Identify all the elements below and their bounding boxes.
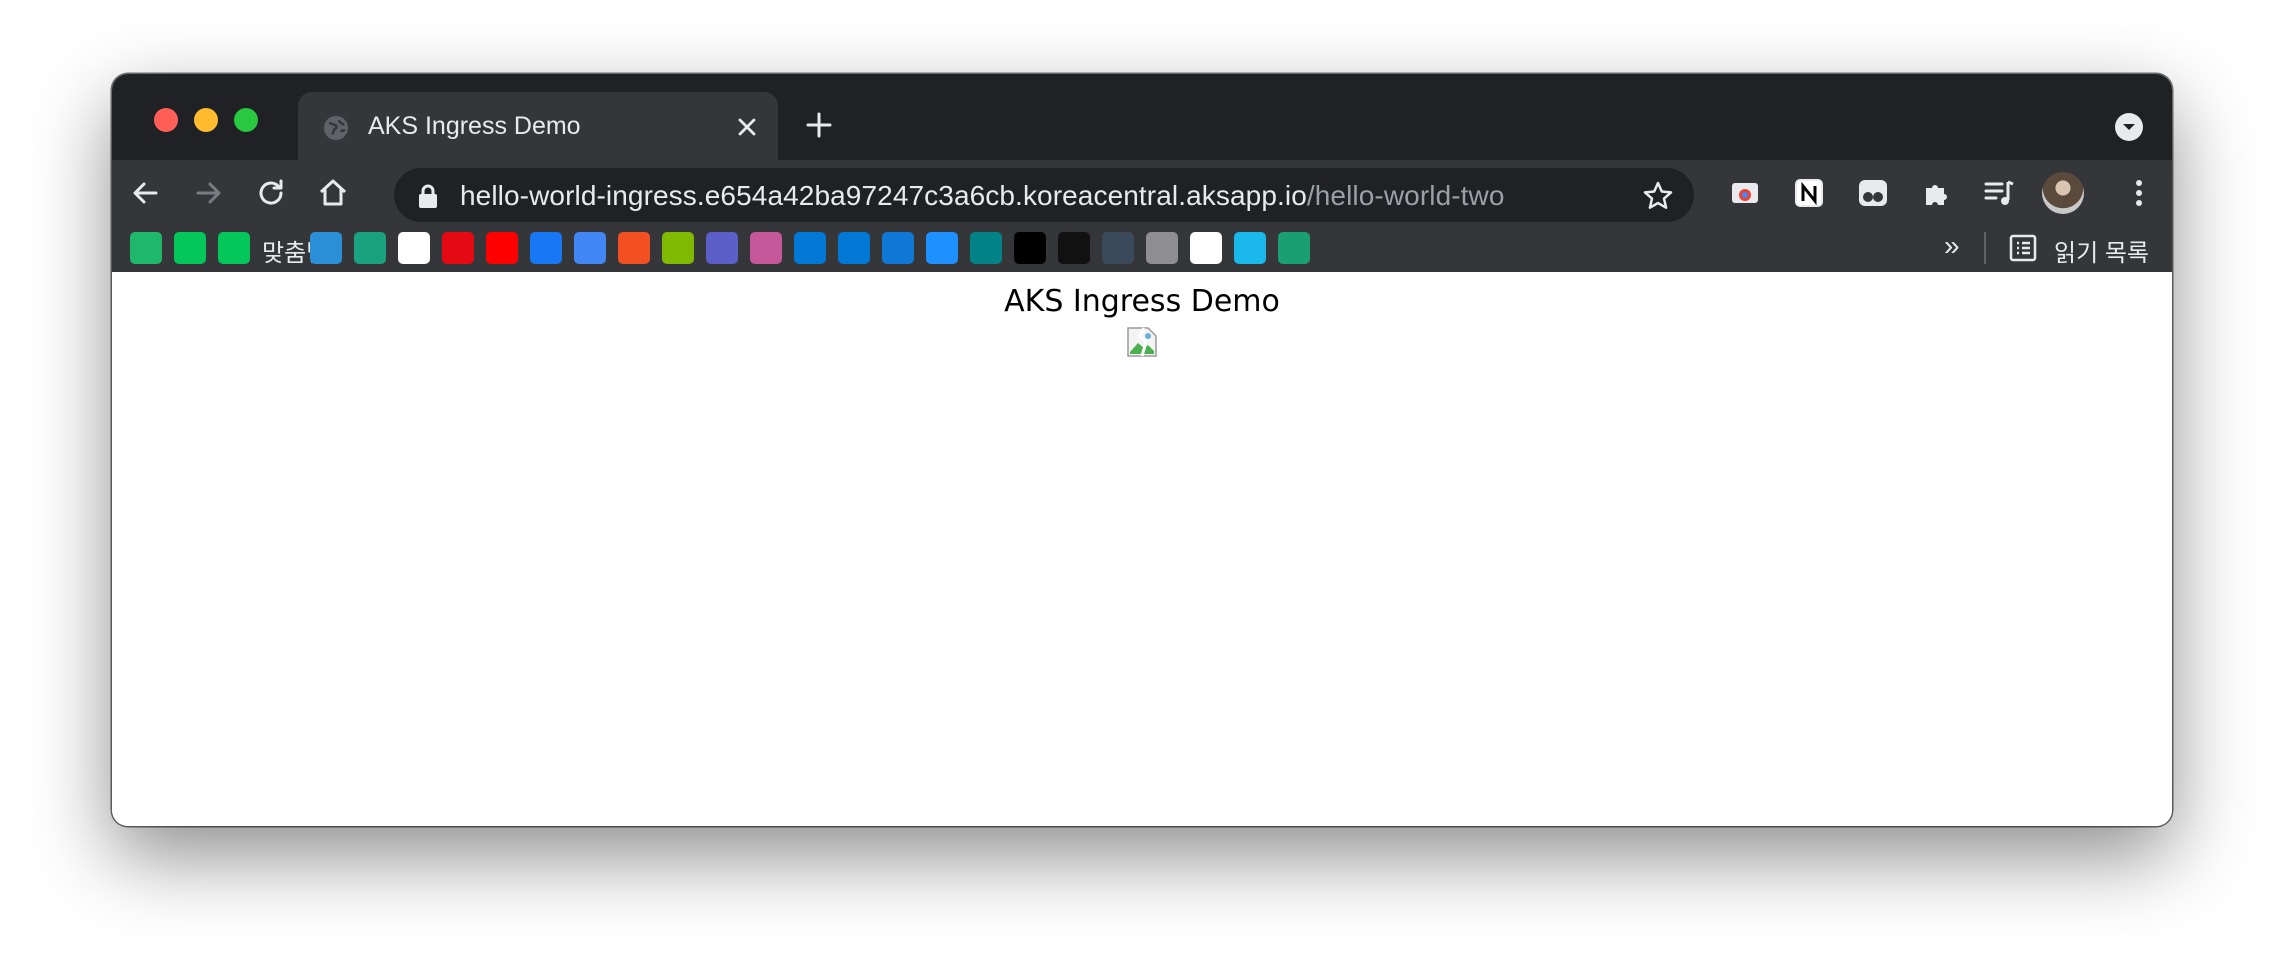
new-tab-icon[interactable] [804,110,834,140]
microsoft-icon[interactable] [662,232,694,264]
circle-logo-icon[interactable] [354,232,386,264]
close-window-button[interactable] [154,108,178,132]
github-icon[interactable] [1190,232,1222,264]
maximize-window-button[interactable] [234,108,258,132]
reload-icon[interactable] [254,176,288,210]
menu-kebab-icon[interactable] [2122,176,2156,210]
url-host: hello-world-ingress.e654a42ba97247c3a6cb… [460,180,1307,211]
url-path: /hello-world-two [1306,180,1505,211]
mail-icon[interactable] [1058,232,1090,264]
vimeo-icon[interactable] [1234,232,1266,264]
bookmarks-divider [1984,232,1986,264]
profile-avatar[interactable] [2042,172,2084,214]
naver-map-icon[interactable] [398,232,430,264]
browser-tab[interactable]: AKS Ingress Demo [298,92,778,160]
media-control-icon[interactable] [1982,176,2016,210]
title-bar: AKS Ingress Demo [112,74,2172,160]
page-heading: AKS Ingress Demo [1004,284,1280,319]
cube-icon[interactable] [1102,232,1134,264]
tab-title: AKS Ingress Demo [368,112,581,140]
apple-icon[interactable] [1146,232,1178,264]
minimize-window-button[interactable] [194,108,218,132]
sharepoint-icon[interactable] [970,232,1002,264]
azure-devops-icon[interactable] [838,232,870,264]
lock-icon[interactable] [416,183,440,209]
reading-list-icon[interactable] [2008,233,2038,263]
address-bar[interactable]: hello-world-ingress.e654a42ba97247c3a6cb… [394,168,1694,222]
bookmarks-bar: 맞춤법 » 읽기 목록 [112,224,2172,273]
youtube-icon[interactable] [486,232,518,264]
back-icon[interactable] [128,176,162,210]
globe-icon [324,116,348,140]
facebook-icon[interactable] [530,232,562,264]
target-icon[interactable] [926,232,958,264]
medium-icon[interactable] [1014,232,1046,264]
edge-icon[interactable] [310,232,342,264]
dooray-icon[interactable] [130,232,162,264]
extensions-puzzle-icon[interactable] [1920,176,1954,210]
azure-icon[interactable] [794,232,826,264]
microsoft-icon[interactable] [618,232,650,264]
toolbar: hello-world-ingress.e654a42ba97247c3a6cb… [112,160,2172,224]
bookmark-star-icon[interactable] [1642,180,1674,212]
bookmarks-overflow-chevron[interactable]: » [1944,230,1960,262]
browser-window: AKS Ingress Demo hello-world-ingress.e65… [112,74,2172,826]
forward-icon[interactable] [192,176,226,210]
extension-screencast-icon[interactable] [1728,176,1762,210]
reading-list-label[interactable]: 읽기 목록 [2054,233,2149,268]
google-translate-icon[interactable] [574,232,606,264]
page-content: AKS Ingress Demo [112,272,2172,826]
power-apps-icon[interactable] [750,232,782,264]
naver-icon[interactable] [218,232,250,264]
close-tab-icon[interactable] [734,114,760,140]
home-icon[interactable] [316,176,350,210]
tampermonkey-icon[interactable] [1856,176,1890,210]
vuetify-icon[interactable] [1278,232,1310,264]
teams-icon[interactable] [706,232,738,264]
notion-icon[interactable] [1792,176,1826,210]
netflix-icon[interactable] [442,232,474,264]
broken-image-icon [1127,327,1157,357]
url-text[interactable]: hello-world-ingress.e654a42ba97247c3a6cb… [460,180,1505,212]
naver-icon[interactable] [174,232,206,264]
onedrive-icon[interactable] [882,232,914,264]
tab-search-icon[interactable] [2114,112,2144,142]
